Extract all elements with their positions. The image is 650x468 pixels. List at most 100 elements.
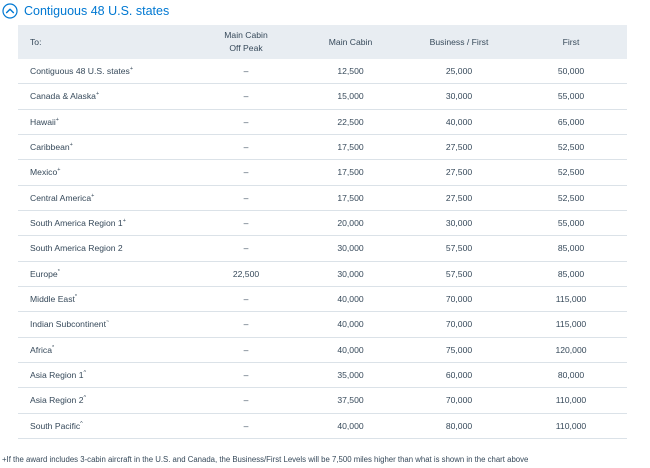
table-row: Middle East* – 40,000 70,000 115,000 <box>18 286 627 313</box>
footnote-mark: ^ <box>83 395 87 402</box>
first-cell-text: 55,000 <box>557 91 585 102</box>
destination-cell: Europe* <box>18 261 194 287</box>
main-cabin-off-peak-cell: – <box>194 387 298 414</box>
footnote-mark: + <box>69 142 73 149</box>
table-row: South America Region 2 – 30,000 57,500 85,00… <box>18 235 627 262</box>
table-header-row: To: Main Cabin Off Peak Main Cabin Busin… <box>18 25 627 59</box>
destination-cell-text: Asia Region 1 <box>30 370 84 381</box>
first-cell-text: 110,000 <box>555 395 587 406</box>
first-cell: 110,000 <box>515 387 627 414</box>
destination-cell-text: Caribbean <box>30 142 70 153</box>
main-cabin-off-peak-cell: – <box>194 337 298 363</box>
table-row: Caribbean+ – 17,500 27,500 52,500 <box>18 134 627 161</box>
main-cabin-cell: 40,000 <box>298 337 403 363</box>
table-row: Canada & Alaska+ – 15,000 30,000 55,000 <box>18 83 627 110</box>
main-cabin-cell-text: 37,500 <box>337 395 364 406</box>
destination-cell-text: Middle East <box>30 294 75 305</box>
main-cabin-off-peak-cell-text: – <box>243 243 249 254</box>
destination-cell: Asia Region 1^ <box>18 362 194 389</box>
footnote-mark: + <box>55 116 60 123</box>
main-cabin-off-peak-cell: – <box>194 185 298 211</box>
first-cell-text: 65,000 <box>557 116 585 127</box>
section-toggle[interactable]: Contiguous 48 U.S. states <box>2 1 169 21</box>
main-cabin-cell-text: 20,000 <box>337 218 364 229</box>
destination-cell-text: South Pacific <box>30 420 81 431</box>
business-first-cell-text: 57,500 <box>445 268 473 279</box>
first-cell-text: 85,000 <box>557 268 585 279</box>
business-first-cell-text: 27,500 <box>445 192 473 203</box>
column-header-first: First <box>515 25 627 59</box>
first-cell: 52,500 <box>515 159 627 186</box>
table-row: Asia Region 2^ – 37,500 70,000 110,000 <box>18 387 627 414</box>
main-cabin-off-peak-cell: – <box>194 362 298 389</box>
main-cabin-off-peak-cell-text: – <box>243 91 249 102</box>
destination-cell: Central America+ <box>18 185 194 211</box>
table-row: Mexico+ – 17,500 27,500 52,500 <box>18 159 627 186</box>
footnote-mark: + <box>57 167 61 174</box>
main-cabin-cell-text: 40,000 <box>337 319 364 330</box>
first-cell-text: 52,500 <box>557 192 585 203</box>
first-cell: 85,000 <box>515 261 627 287</box>
main-cabin-off-peak-cell: – <box>194 109 298 135</box>
table-row: South Pacific^ – 40,000 80,000 110,000 <box>18 413 627 439</box>
main-cabin-off-peak-cell-text: – <box>243 420 249 431</box>
column-header-to: To: <box>18 25 194 59</box>
footnote-mark: + <box>91 192 95 199</box>
destination-cell: Hawaii+ <box>18 109 194 135</box>
main-cabin-off-peak-cell-text: – <box>243 218 249 229</box>
main-cabin-off-peak-cell-text: – <box>243 344 249 355</box>
main-cabin-off-peak-cell: – <box>194 413 298 439</box>
table-row: Indian Subcontinent~ – 40,000 70,000 115,000 <box>18 311 627 338</box>
section-title: Contiguous 48 U.S. states <box>24 4 170 18</box>
column-header-line: Main Cabin <box>224 30 268 40</box>
main-cabin-cell: 40,000 <box>298 286 403 313</box>
business-first-cell: 30,000 <box>403 210 515 237</box>
main-cabin-cell: 40,000 <box>298 413 403 439</box>
main-cabin-cell-text: 15,000 <box>337 91 364 102</box>
table-row: Central America+ – 17,500 27,500 52,500 <box>18 185 627 211</box>
business-first-cell-text: 25,000 <box>445 66 473 77</box>
table-row: Africa* – 40,000 75,000 120,000 <box>18 337 627 363</box>
destination-cell-text: Contiguous 48 U.S. states <box>30 66 130 77</box>
business-first-cell: 40,000 <box>403 109 515 135</box>
destination-cell: Asia Region 2^ <box>18 387 194 414</box>
business-first-cell-text: 60,000 <box>445 370 473 381</box>
business-first-cell-text: 40,000 <box>445 116 473 127</box>
business-first-cell-text: 27,500 <box>445 167 473 178</box>
column-header-business-first: Business / First <box>403 25 515 59</box>
main-cabin-off-peak-cell-text: – <box>243 66 249 77</box>
first-cell: 52,500 <box>515 185 627 211</box>
destination-cell: South America Region 2 <box>18 235 194 262</box>
first-cell-text: 50,000 <box>557 66 585 77</box>
business-first-cell: 25,000 <box>403 59 515 85</box>
footnote-mark: + <box>122 218 126 225</box>
business-first-cell-text: 80,000 <box>445 420 473 431</box>
business-first-cell: 27,500 <box>403 159 515 186</box>
main-cabin-off-peak-cell-text: – <box>243 142 249 153</box>
destination-cell-text: South America Region 2 <box>30 243 123 254</box>
destination-cell-text: Canada & Alaska <box>30 91 96 102</box>
destination-cell: Contiguous 48 U.S. states+ <box>18 59 194 85</box>
table-row: Europe* 22,500 30,000 57,500 85,000 <box>18 261 627 287</box>
first-cell-text: 115,000 <box>555 294 587 305</box>
main-cabin-off-peak-cell: – <box>194 286 298 313</box>
main-cabin-cell: 20,000 <box>298 210 403 237</box>
main-cabin-off-peak-cell: – <box>194 235 298 262</box>
main-cabin-off-peak-cell-text: – <box>243 395 249 406</box>
main-cabin-cell-text: 40,000 <box>337 344 364 355</box>
table-row: South America Region 1+ – 20,000 30,000 55,0… <box>18 210 627 237</box>
main-cabin-cell: 35,000 <box>298 362 403 389</box>
table-row: Asia Region 1^ – 35,000 60,000 80,000 <box>18 362 627 389</box>
first-cell: 50,000 <box>515 59 627 85</box>
chevron-up-circle-icon <box>2 3 18 19</box>
main-cabin-off-peak-cell-text: – <box>243 167 249 178</box>
destination-cell-text: Indian Subcontinent <box>30 319 106 330</box>
main-cabin-cell: 17,500 <box>298 159 403 186</box>
destination-cell: Caribbean+ <box>18 134 194 161</box>
business-first-cell-text: 57,500 <box>445 243 473 254</box>
business-first-cell: 70,000 <box>403 387 515 414</box>
main-cabin-cell-text: 12,500 <box>337 66 364 77</box>
footnote: +If the award includes 3-cabin aircraft … <box>2 455 529 464</box>
first-cell: 55,000 <box>515 83 627 110</box>
main-cabin-off-peak-cell: – <box>194 59 298 85</box>
